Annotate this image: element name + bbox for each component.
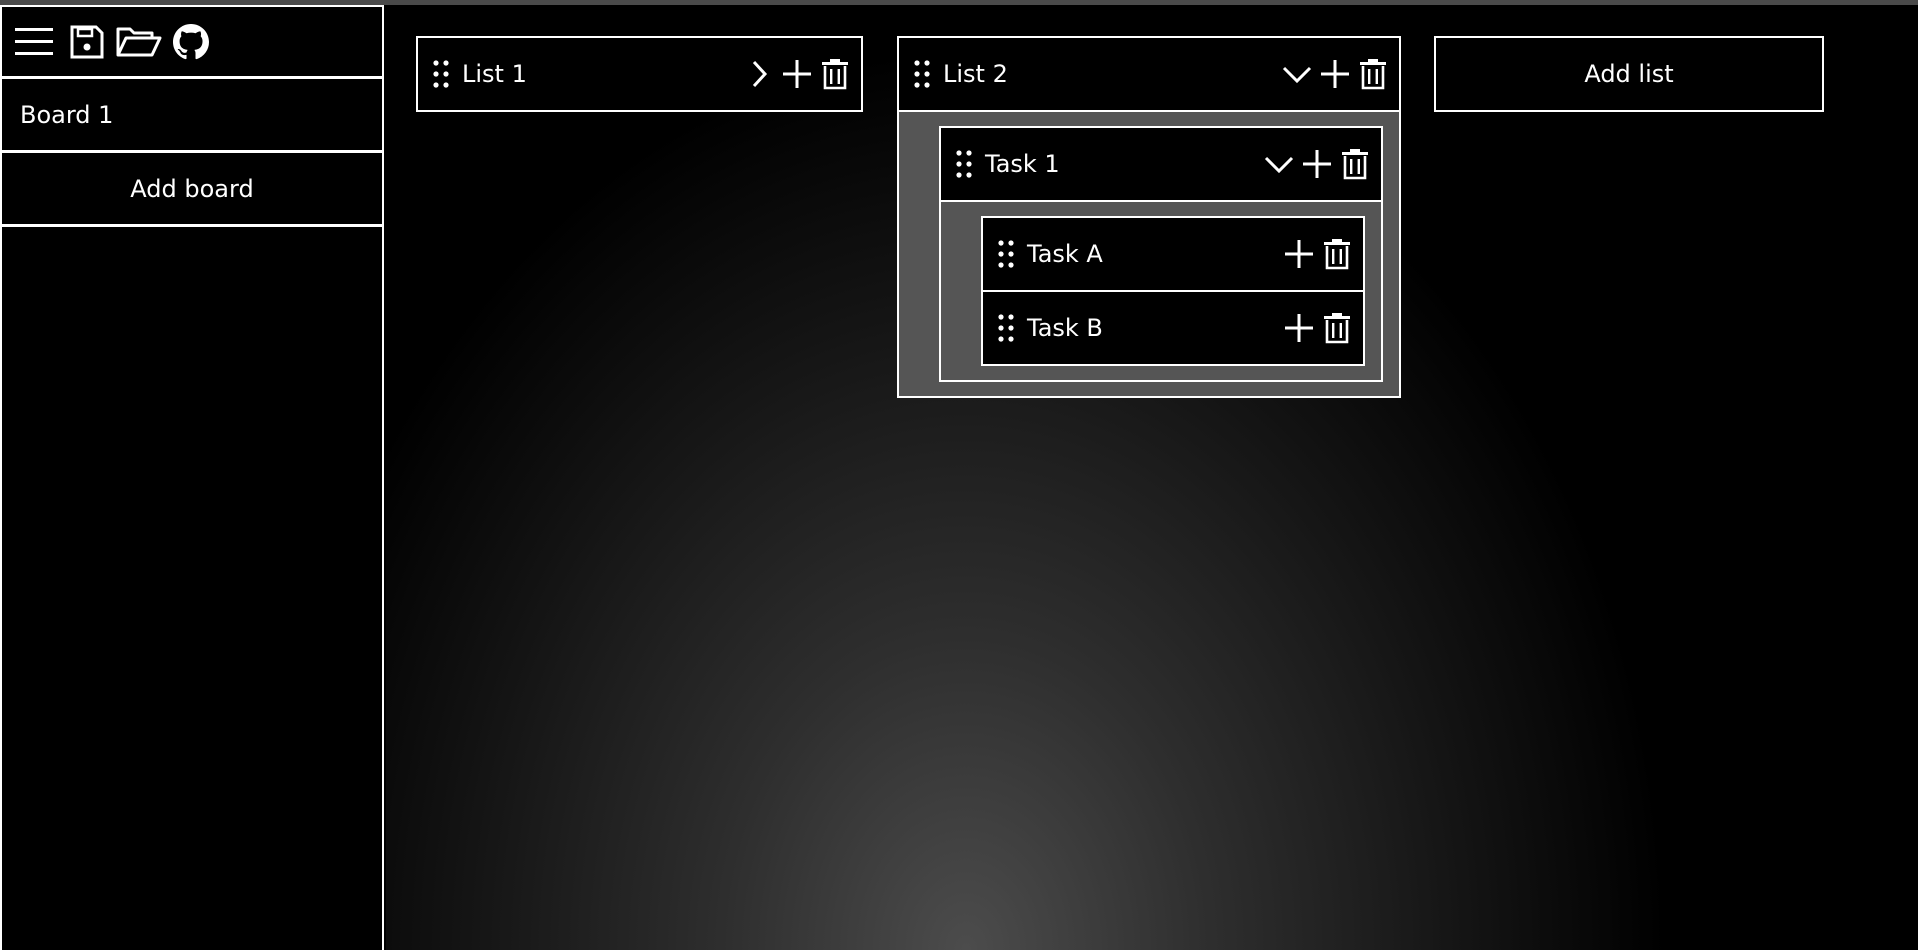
list-header: List 1 [418,38,861,110]
plus-icon [1285,240,1313,268]
github-icon [173,23,209,59]
subtask-title[interactable]: Task A [1027,240,1281,268]
menu-icon [15,27,53,55]
drag-handle-icon[interactable] [993,313,1019,343]
add-task-button[interactable] [1317,52,1353,96]
task-subtasks: Task A Task B [941,200,1381,380]
add-subtask-button[interactable] [1281,232,1317,276]
list-header: List 2 [899,38,1399,110]
list-card: List 1 [416,36,863,112]
add-list-label: Add list [1584,60,1674,88]
delete-list-button[interactable] [817,52,853,96]
drag-handle-icon[interactable] [428,59,454,89]
add-subtask-button[interactable] [1299,142,1335,186]
task-title[interactable]: Task 1 [985,150,1261,178]
trash-icon [1324,313,1350,344]
task-header: Task 1 [941,128,1381,200]
plus-icon [1285,314,1313,342]
drag-handle-icon[interactable] [993,239,1019,269]
collapse-button[interactable] [1279,52,1315,96]
drag-handle-icon[interactable] [909,59,935,89]
delete-subtask-button[interactable] [1319,232,1355,276]
chevron-down-icon [1282,66,1312,84]
add-board-button[interactable]: Add board [2,153,382,227]
folder-open-icon [116,27,162,56]
trash-icon [1360,59,1386,90]
task-card: Task 1 Task A Task B [939,126,1383,382]
save-icon [70,25,104,58]
list-title[interactable]: List 2 [943,60,1279,88]
collapse-button[interactable] [1261,142,1297,186]
add-task-button[interactable] [779,52,815,96]
list-title[interactable]: List 1 [462,60,741,88]
board-canvas: List 1 List 2 Task 1 Task A Task B Add l… [386,5,1918,950]
list-card: List 2 Task 1 Task A Task B [897,36,1401,398]
open-button[interactable] [116,19,162,65]
sidebar: Board 1 Add board [0,5,384,950]
subtask-card: Task B [983,290,1363,364]
board-item[interactable]: Board 1 [2,79,382,153]
subtask-header: Task A [983,218,1363,290]
expand-button[interactable] [741,52,777,96]
add-board-label: Add board [130,174,254,203]
drag-handle-icon[interactable] [951,149,977,179]
plus-icon [783,60,811,88]
sidebar-toolbar [2,5,382,79]
add-subtask-button[interactable] [1281,306,1317,350]
add-list-button[interactable]: Add list [1434,36,1824,112]
subtask-card: Task A [983,218,1363,290]
trash-icon [1324,239,1350,270]
chevron-down-icon [1264,156,1294,174]
list-tasks: Task 1 Task A Task B [899,110,1399,396]
trash-icon [1342,149,1368,180]
github-button[interactable] [168,19,214,65]
plus-icon [1303,150,1331,178]
subtask-title[interactable]: Task B [1027,314,1281,342]
subtask-list: Task A Task B [981,216,1365,366]
subtask-header: Task B [983,292,1363,364]
trash-icon [822,59,848,90]
plus-icon [1321,60,1349,88]
chevron-right-icon [752,60,768,88]
delete-subtask-button[interactable] [1319,306,1355,350]
delete-task-button[interactable] [1337,142,1373,186]
menu-button[interactable] [12,19,58,65]
save-button[interactable] [64,19,110,65]
board-item-label: Board 1 [20,100,114,129]
delete-list-button[interactable] [1355,52,1391,96]
